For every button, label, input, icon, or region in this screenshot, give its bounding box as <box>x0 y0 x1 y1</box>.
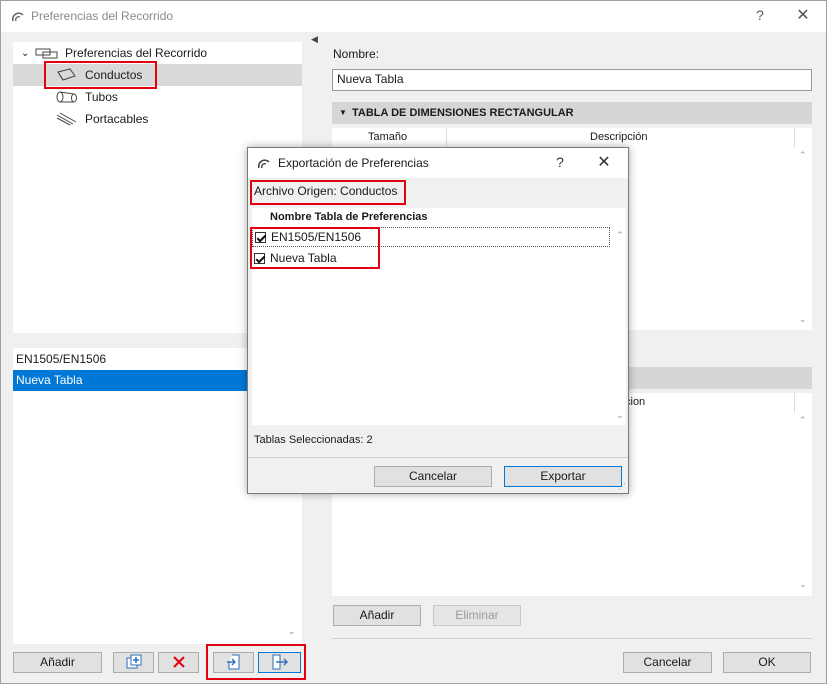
duct-icon <box>57 68 76 81</box>
tree-item-conductos[interactable]: Conductos <box>13 64 302 86</box>
footer-divider <box>332 638 812 639</box>
preference-tables-list: Nombre Tabla de Preferencias EN1505/EN15… <box>252 208 626 425</box>
table-row-label: Nueva Tabla <box>270 251 337 265</box>
duplicate-button[interactable] <box>113 652 154 673</box>
export-preferences-dialog: Exportación de Preferencias ? ✕ Archivo … <box>247 147 629 494</box>
route-preferences-icon <box>35 48 58 59</box>
table-row[interactable]: EN1505/EN1506 <box>252 227 610 247</box>
section-title: TABLA DE DIMENSIONES RECTANGULAR <box>352 107 574 119</box>
add-table-button[interactable]: Añadir <box>13 652 102 673</box>
column-divider <box>794 393 795 413</box>
pipe-icon <box>56 91 77 103</box>
import-icon <box>226 654 239 670</box>
list-item[interactable]: EN1505/EN1506 <box>13 349 253 370</box>
collapse-panel-icon[interactable]: ◀ <box>311 34 318 45</box>
tree-item-label: Tubos <box>85 90 118 104</box>
help-button[interactable]: ? <box>753 7 767 23</box>
import-button[interactable] <box>213 652 254 673</box>
scroll-down-icon[interactable]: ⌄ <box>288 626 296 637</box>
window-title: Preferencias del Recorrido <box>31 9 174 23</box>
scroll-up-icon[interactable]: ⌃ <box>799 150 807 161</box>
tree-item-label: Portacables <box>85 112 149 126</box>
cancel-button[interactable]: Cancelar <box>623 652 712 673</box>
checkbox-checked[interactable] <box>254 252 265 264</box>
dialog-titlebar: Exportación de Preferencias ? ✕ <box>248 148 628 178</box>
tree-item-tubos[interactable]: Tubos <box>55 86 118 108</box>
close-button[interactable]: ✕ <box>795 5 811 25</box>
export-icon <box>272 654 288 670</box>
chevron-down-icon[interactable]: ⌄ <box>21 48 35 59</box>
scroll-down-icon[interactable]: ⌄ <box>616 410 624 421</box>
checkbox-checked[interactable] <box>255 231 266 243</box>
dialog-help-button[interactable]: ? <box>553 154 567 170</box>
tree-root-row[interactable]: ⌄ Preferencias del Recorrido <box>21 42 207 64</box>
list-column-header[interactable]: Nombre Tabla de Preferencias <box>270 211 428 223</box>
delete-x-icon <box>172 656 185 668</box>
delete-table-button[interactable] <box>158 652 199 673</box>
selected-count-label: Tablas Seleccionadas: 2 <box>254 434 373 446</box>
source-file-label: Archivo Origen: Conductos <box>254 184 398 198</box>
delete-row-button[interactable]: Eliminar <box>433 605 521 626</box>
dialog-close-button[interactable]: ✕ <box>596 152 612 172</box>
name-label: Nombre: <box>333 47 380 61</box>
ok-button[interactable]: OK <box>723 652 811 673</box>
table-row-label: EN1505/EN1506 <box>271 230 362 244</box>
column-divider <box>794 128 795 148</box>
add-row-button[interactable]: Añadir <box>333 605 421 626</box>
cable-tray-icon <box>56 112 77 126</box>
resize-grip-icon[interactable]: ⋰ <box>618 482 626 491</box>
collapse-triangle-icon: ▼ <box>339 108 347 117</box>
name-input[interactable]: Nueva Tabla <box>332 69 812 91</box>
archicad-logo-icon <box>12 12 24 22</box>
scroll-down-icon[interactable]: ⌄ <box>799 579 807 590</box>
column-header-description[interactable]: Descripción <box>590 131 647 143</box>
table-row[interactable]: Nueva Tabla <box>252 248 610 268</box>
dialog-export-button[interactable]: Exportar <box>504 466 622 487</box>
column-header-size[interactable]: Tamaño <box>368 131 407 143</box>
scroll-up-icon[interactable]: ⌃ <box>799 415 807 426</box>
column-divider <box>446 128 447 148</box>
dialog-cancel-button[interactable]: Cancelar <box>374 466 492 487</box>
tree-item-label: Conductos <box>85 68 143 82</box>
window-titlebar: Preferencias del Recorrido ? ✕ <box>1 1 826 32</box>
dialog-footer-divider <box>248 457 628 458</box>
dialog-title: Exportación de Preferencias <box>278 156 429 170</box>
scroll-down-icon[interactable]: ⌄ <box>799 314 807 325</box>
archicad-logo-icon <box>258 159 270 169</box>
list-item-selected[interactable]: Nueva Tabla <box>13 370 253 391</box>
scroll-up-icon[interactable]: ⌃ <box>616 230 624 241</box>
tree-root-label: Preferencias del Recorrido <box>65 46 208 60</box>
tree-item-portacables[interactable]: Portacables <box>55 108 148 130</box>
duplicate-icon <box>126 654 141 669</box>
rectangular-table-section-header[interactable]: ▼ TABLA DE DIMENSIONES RECTANGULAR <box>332 102 812 124</box>
export-button[interactable] <box>258 652 301 673</box>
